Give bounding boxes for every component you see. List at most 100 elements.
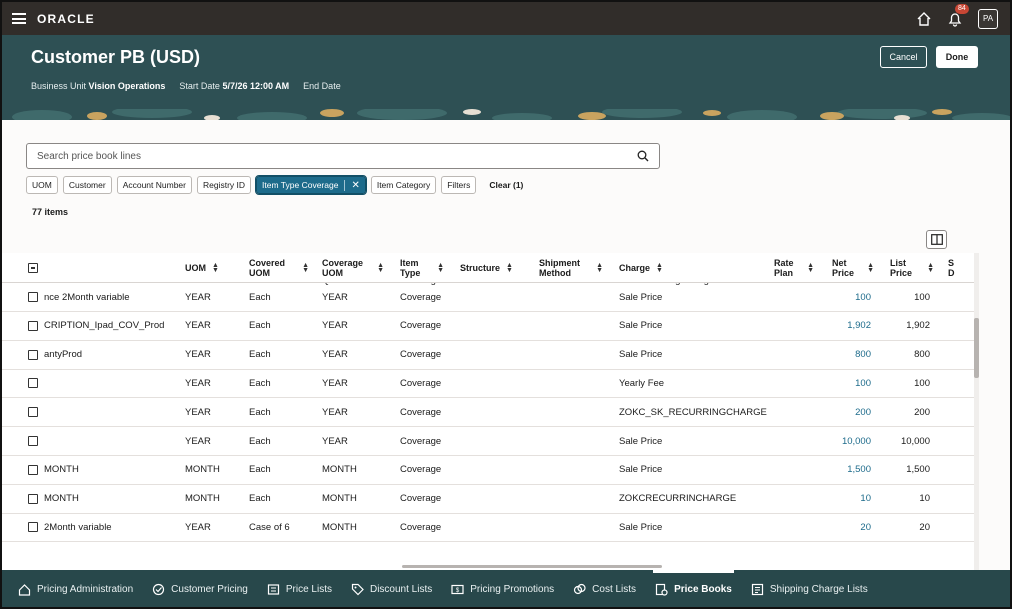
column-header-charge[interactable]: Charge ▲ ▼ xyxy=(619,253,663,283)
charge-cell: Sale Price xyxy=(619,291,663,303)
user-avatar[interactable]: PA xyxy=(978,8,998,29)
table-row[interactable]: YEAR Each YEAR Coverage Sale Price 10,000 10,0… xyxy=(2,427,974,456)
column-header-shipment-method[interactable]: Shipment Method ▲ ▼ xyxy=(539,253,603,283)
filter-chip-customer[interactable]: Customer xyxy=(62,176,112,194)
net-price-link[interactable]: 200 xyxy=(822,398,871,426)
home-icon[interactable] xyxy=(916,11,932,27)
net-price-link[interactable]: 1,500 xyxy=(822,456,871,484)
table-row[interactable]: YEAR Each YEAR Coverage ZOKC_SK_RECURRINGCHA… xyxy=(2,398,974,428)
select-all-checkbox[interactable] xyxy=(28,253,38,283)
item-cell: MONTH xyxy=(44,493,79,505)
filter-chip-item-type-coverage[interactable]: Item Type Coverage ✕ xyxy=(255,175,367,195)
sort-icon[interactable]: ▲ ▼ xyxy=(927,262,934,274)
horizontal-scrollbar-thumb[interactable] xyxy=(402,565,662,568)
row-checkbox[interactable] xyxy=(28,398,38,426)
clear-filters-link[interactable]: Clear (1) xyxy=(489,180,523,190)
nav-customer-pricing[interactable]: Customer Pricing xyxy=(152,570,248,607)
table-row[interactable]: antyProd YEAR Each YEAR Coverage Sale Price 80… xyxy=(2,341,974,370)
oracle-logo[interactable]: ORACLE xyxy=(37,12,95,26)
net-price-link[interactable]: 800 xyxy=(822,341,871,369)
row-checkbox[interactable] xyxy=(28,283,38,311)
column-header-net-price[interactable]: Net Price ▲ ▼ xyxy=(832,253,874,283)
vertical-scrollbar-thumb[interactable] xyxy=(974,318,979,378)
net-price-link[interactable]: 100 xyxy=(822,369,871,397)
sort-icon[interactable]: ▲ ▼ xyxy=(377,262,384,274)
item-cell: antyProd xyxy=(44,349,83,361)
vertical-scrollbar[interactable] xyxy=(974,253,979,570)
done-button[interactable]: Done xyxy=(936,46,978,68)
column-header-list-price[interactable]: List Price ▲ ▼ xyxy=(890,253,934,283)
search-input[interactable]: Search price book lines xyxy=(26,143,660,169)
sort-icon[interactable]: ▲ ▼ xyxy=(867,262,874,274)
price-book-meta: Business Unit Vision Operations Start Da… xyxy=(31,81,341,91)
sort-icon[interactable]: ▲ ▼ xyxy=(596,262,603,274)
table-row[interactable]: CRIPTION_Ipad_COV_Prod YEAR Each YEAR Covera… xyxy=(2,312,974,341)
column-header-covered-uom[interactable]: Covered UOM ▲ ▼ xyxy=(249,253,309,283)
business-unit-value: Vision Operations xyxy=(88,81,166,91)
column-header-uom[interactable]: UOM ▲ ▼ xyxy=(185,253,219,283)
nav-shipping-charge-lists[interactable]: Shipping Charge Lists xyxy=(751,570,868,607)
row-checkbox[interactable] xyxy=(28,369,38,397)
row-checkbox[interactable] xyxy=(28,427,38,455)
sort-icon[interactable]: ▲ ▼ xyxy=(212,262,219,274)
covered-uom-cell: Each xyxy=(249,377,271,389)
search-placeholder: Search price book lines xyxy=(37,150,141,162)
net-price-link[interactable]: 100 xyxy=(822,283,871,311)
row-checkbox[interactable] xyxy=(28,485,38,513)
filters-button[interactable]: Filters xyxy=(441,176,477,194)
row-checkbox[interactable] xyxy=(28,456,38,484)
filter-chip-item-category[interactable]: Item Category xyxy=(370,176,437,194)
search-icon[interactable] xyxy=(637,150,649,162)
list-price-cell: 1,500 xyxy=(906,464,930,476)
notifications-button[interactable]: 84 xyxy=(946,3,969,28)
main-content: Search price book lines UOM Customer Acc… xyxy=(2,120,1010,570)
nav-label: Price Books xyxy=(674,584,732,595)
table-row[interactable]: 2Month variable YEAR Case of 6 MONTH Coverag… xyxy=(2,513,974,543)
table-row[interactable]: nce 2Month variable YEAR Each YEAR Coverage S… xyxy=(2,283,974,312)
nav-price-books[interactable]: Price Books xyxy=(653,570,734,607)
row-checkbox[interactable] xyxy=(28,312,38,340)
filter-chip-registry-id[interactable]: Registry ID xyxy=(197,176,252,194)
column-settings-button[interactable] xyxy=(926,230,947,249)
column-header-coverage-uom[interactable]: Coverage UOM ▲ ▼ xyxy=(322,253,384,283)
page-header: Customer PB (USD) Business Unit Vision O… xyxy=(2,35,1010,113)
remove-filter-icon[interactable]: ✕ xyxy=(344,179,360,191)
nav-pricing-promotions[interactable]: $ Pricing Promotions xyxy=(451,570,555,607)
table-row[interactable]: MONTH MONTH Each MONTH Coverage Sale Price 1,5… xyxy=(2,456,974,485)
filter-chip-uom[interactable]: UOM xyxy=(26,176,58,194)
nav-label: Pricing Promotions xyxy=(470,584,555,595)
sort-icon[interactable]: ▲ ▼ xyxy=(437,262,444,274)
uom-cell: MONTH xyxy=(185,464,220,476)
column-header-rate-plan[interactable]: Rate Plan ▲ ▼ xyxy=(774,253,814,283)
menu-icon[interactable] xyxy=(12,13,26,24)
net-price-link[interactable]: 20 xyxy=(822,513,871,541)
cancel-button[interactable]: Cancel xyxy=(880,46,927,68)
nav-price-lists[interactable]: Price Lists xyxy=(267,570,332,607)
nav-cost-lists[interactable]: Cost Lists xyxy=(573,570,636,607)
price-book-lines-table: …reviews with different UOM YEAR Each QU… xyxy=(2,253,974,570)
net-price-link[interactable]: 10,000 xyxy=(822,427,871,455)
nav-pricing-administration[interactable]: Pricing Administration xyxy=(18,570,133,607)
sort-icon[interactable]: ▲ ▼ xyxy=(656,262,663,274)
row-checkbox[interactable] xyxy=(28,513,38,541)
uom-header-label: UOM xyxy=(185,263,206,273)
sort-icon[interactable]: ▲ ▼ xyxy=(807,262,814,274)
column-header-structure[interactable]: Structure ▲ ▼ xyxy=(460,253,513,283)
covered-uom-cell: Each xyxy=(249,406,271,418)
table-row[interactable]: YEAR Each YEAR Coverage Yearly Fee 100 100 xyxy=(2,369,974,399)
nav-discount-lists[interactable]: Discount Lists xyxy=(351,570,432,607)
filter-chip-account-number[interactable]: Account Number xyxy=(116,176,192,194)
start-date-value: 5/7/26 12:00 AM xyxy=(222,81,290,91)
item-type-cell: Coverage xyxy=(400,521,442,533)
net-price-link[interactable]: 10 xyxy=(822,485,871,513)
sort-icon[interactable]: ▲ ▼ xyxy=(302,262,309,274)
list-price-cell: 100 xyxy=(914,377,930,389)
column-header-partial[interactable]: S D xyxy=(948,253,958,283)
table-row[interactable]: MONTH MONTH Each MONTH Coverage ZOKCRECURRINC… xyxy=(2,485,974,514)
row-checkbox[interactable] xyxy=(28,341,38,369)
column-header-item-type[interactable]: Item Type ▲ ▼ xyxy=(400,253,444,283)
sort-icon[interactable]: ▲ ▼ xyxy=(506,262,513,274)
net-price-link[interactable]: 1,902 xyxy=(822,312,871,340)
bottom-navigation: Pricing Administration Customer Pricing Pr… xyxy=(2,570,1010,607)
tag-icon xyxy=(351,583,364,596)
